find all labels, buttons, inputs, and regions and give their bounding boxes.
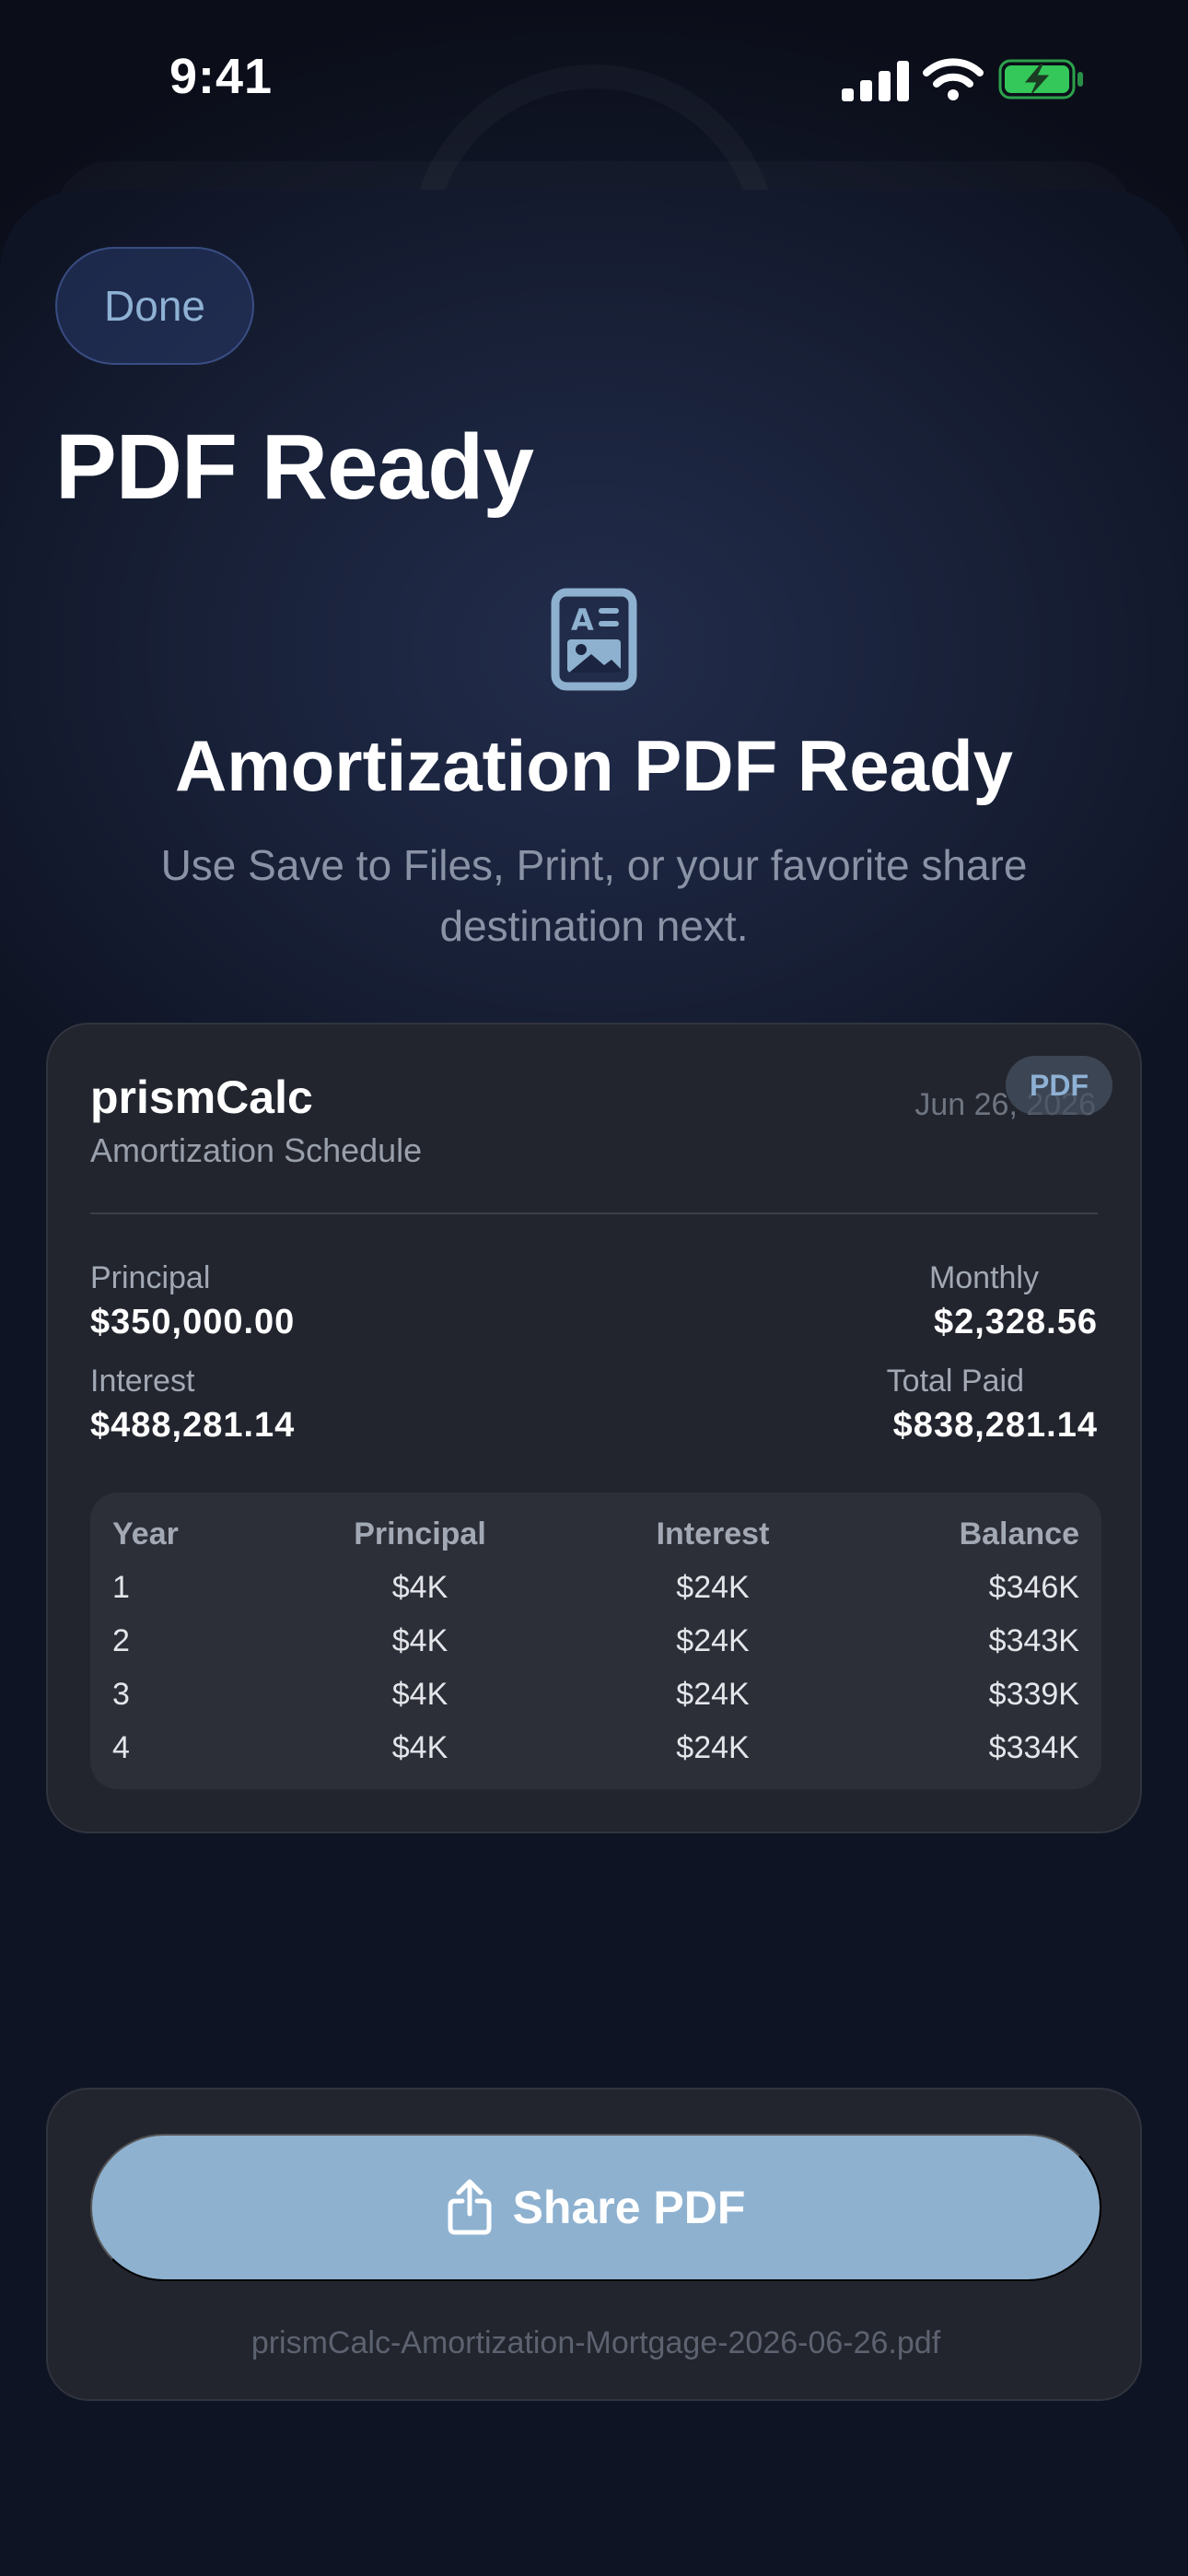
monthly-label: Monthly — [928, 1260, 1039, 1295]
total-paid-label: Total Paid — [886, 1364, 1024, 1399]
preview-divider — [90, 1212, 1098, 1214]
table-cell-year: 1 — [112, 1570, 130, 1605]
table-cell-year: 2 — [112, 1623, 130, 1658]
svg-text:A: A — [571, 603, 594, 638]
done-button[interactable]: Done — [55, 247, 254, 365]
pdf-filename: prismCalc-Amortization-Mortgage-2026-06-… — [250, 2325, 941, 2360]
table-cell-interest: $24K — [676, 1677, 750, 1712]
table-cell-principal: $4K — [391, 1730, 448, 1765]
monthly-value: $2,328.56 — [933, 1303, 1098, 1341]
preview-document-type: Amortization Schedule — [90, 1131, 423, 1169]
amortization-table: Year Principal Interest Balance 1 $4K $2… — [90, 1493, 1101, 1789]
share-pdf-label: Share PDF — [512, 2182, 746, 2233]
hero-subtitle: Use Save to Files, Print, or your favori… — [160, 841, 1028, 950]
principal-label: Principal — [90, 1260, 211, 1295]
table-cell-balance: $334K — [988, 1730, 1079, 1765]
table-cell-balance: $343K — [988, 1623, 1079, 1658]
table-cell-principal: $4K — [391, 1677, 448, 1712]
table-header-year: Year — [112, 1516, 179, 1551]
pdf-ready-sheet: Done PDF Ready A Amortization PDF Ready … — [0, 190, 1188, 2576]
preview-brand: prismCalc — [90, 1071, 313, 1123]
principal-value: $350,000.00 — [90, 1303, 296, 1341]
cellular-signal-icon — [842, 61, 909, 101]
interest-value: $488,281.14 — [90, 1406, 296, 1445]
table-cell-interest: $24K — [676, 1730, 750, 1765]
status-bar: 9:41 — [0, 0, 1188, 157]
total-paid-value: $838,281.14 — [892, 1406, 1098, 1445]
status-time: 9:41 — [169, 49, 274, 104]
interest-label: Interest — [90, 1364, 195, 1399]
table-cell-interest: $24K — [676, 1570, 750, 1605]
pdf-badge: PDF — [1006, 1056, 1112, 1115]
hero-title: Amortization PDF Ready — [174, 725, 1014, 806]
table-header-balance: Balance — [959, 1516, 1079, 1551]
table-cell-year: 4 — [112, 1730, 130, 1765]
table-cell-year: 3 — [112, 1677, 130, 1712]
share-card: Share PDF prismCalc-Amortization-Mortgag… — [46, 2088, 1142, 2401]
table-cell-balance: $346K — [988, 1570, 1079, 1605]
wifi-icon — [923, 58, 984, 100]
table-cell-balance: $339K — [988, 1677, 1079, 1712]
table-header-interest: Interest — [656, 1516, 770, 1551]
page-title: PDF Ready — [55, 416, 534, 519]
table-header-principal: Principal — [354, 1516, 486, 1551]
table-cell-principal: $4K — [391, 1570, 448, 1605]
table-cell-principal: $4K — [391, 1623, 448, 1658]
screen: 9:41 Done PDF Ready A Amortization PDF R… — [0, 0, 1188, 2576]
battery-charging-icon — [998, 59, 1083, 100]
pdf-preview-card: prismCalc Amortization Schedule Jun 26, … — [46, 1023, 1142, 1833]
document-image-icon: A — [551, 588, 637, 691]
share-icon — [448, 2179, 492, 2235]
share-pdf-button[interactable]: Share PDF — [90, 2134, 1101, 2281]
table-cell-interest: $24K — [676, 1623, 750, 1658]
